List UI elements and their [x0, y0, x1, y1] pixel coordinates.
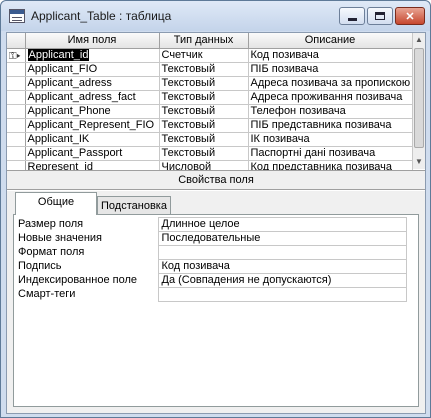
properties-table: Размер поля Длинное целое Новые значения… — [17, 217, 407, 302]
row-selector-header — [7, 33, 26, 49]
description-cell[interactable]: Адреса позивача за пропискою — [248, 76, 413, 91]
data-type-cell[interactable]: Текстовый — [159, 132, 249, 147]
window-title: Applicant_Table : таблица — [31, 9, 172, 23]
minimize-icon — [347, 17, 357, 21]
table-row[interactable]: Applicant_IK Текстовый ІК позивача — [7, 132, 413, 147]
field-name-cell[interactable]: Applicant_id — [25, 48, 160, 63]
description-cell[interactable]: ПІБ представника позивача — [248, 118, 413, 133]
data-type-cell[interactable]: Текстовый — [159, 104, 249, 119]
fields-table: Имя поля Тип данных Описание ⚿▸ Applican… — [7, 33, 413, 189]
title-bar[interactable]: Applicant_Table : таблица ✕ — [1, 1, 430, 31]
property-row: Новые значения Последовательные — [17, 231, 407, 246]
property-row: Подпись Код позивача — [17, 259, 407, 274]
property-value[interactable]: Да (Совпадения не допускаются) — [157, 273, 407, 288]
data-type-cell[interactable]: Текстовый — [159, 118, 249, 133]
maximize-icon — [375, 12, 385, 20]
data-type-cell[interactable]: Текстовый — [159, 146, 249, 161]
scroll-thumb[interactable] — [414, 48, 424, 148]
scroll-down-icon[interactable]: ▼ — [413, 155, 425, 169]
tab-general[interactable]: Общие — [15, 192, 97, 215]
property-label: Смарт-теги — [18, 288, 76, 300]
table-icon — [9, 9, 25, 23]
row-selector[interactable] — [7, 76, 26, 91]
client-area: Имя поля Тип данных Описание ⚿▸ Applican… — [6, 32, 426, 414]
table-row[interactable]: Applicant_adress Текстовый Адреса позива… — [7, 76, 413, 91]
table-row[interactable]: Applicant_adress_fact Текстовый Адреса п… — [7, 90, 413, 105]
property-row: Смарт-теги — [17, 287, 407, 302]
row-selector[interactable] — [7, 62, 26, 77]
property-row: Формат поля — [17, 245, 407, 260]
row-selector[interactable] — [7, 132, 26, 147]
property-value[interactable]: Код позивача — [157, 259, 407, 274]
description-cell[interactable]: Паспортні дані позивача — [248, 146, 413, 161]
data-type-cell[interactable]: Счетчик — [159, 48, 249, 63]
scroll-up-icon[interactable]: ▲ — [413, 33, 425, 47]
field-grid: Имя поля Тип данных Описание ⚿▸ Applican… — [7, 33, 425, 189]
minimize-button[interactable] — [339, 7, 365, 25]
close-button[interactable]: ✕ — [395, 7, 425, 25]
data-type-cell[interactable]: Текстовый — [159, 62, 249, 77]
property-label: Формат поля — [18, 246, 85, 258]
primary-key-icon: ⚿▸ — [9, 50, 21, 62]
property-value[interactable] — [157, 245, 407, 260]
property-value[interactable] — [157, 287, 407, 302]
property-row: Индексированное поле Да (Совпадения не д… — [17, 273, 407, 288]
table-row[interactable]: ⚿▸ Applicant_id Счетчик Код позивача — [7, 48, 413, 63]
field-name-cell[interactable]: Applicant_Passport — [25, 146, 160, 161]
table-row[interactable]: Applicant_Represent_FIO Текстовый ПІБ пр… — [7, 118, 413, 133]
column-header-data-type[interactable]: Тип данных — [159, 33, 249, 49]
properties-panel: Размер поля Длинное целое Новые значения… — [13, 214, 419, 407]
row-selector[interactable] — [7, 146, 26, 161]
field-name-cell[interactable]: Applicant_Phone — [25, 104, 160, 119]
data-type-cell[interactable]: Текстовый — [159, 90, 249, 105]
description-cell[interactable]: Адреса проживання позивача — [248, 90, 413, 105]
field-name-cell[interactable]: Applicant_FIO — [25, 62, 160, 77]
description-cell[interactable]: Телефон позивача — [248, 104, 413, 119]
property-label: Размер поля — [18, 218, 84, 230]
row-selector[interactable]: ⚿▸ — [7, 48, 26, 63]
description-cell[interactable]: ПІБ позивача — [248, 62, 413, 77]
data-type-cell[interactable]: Текстовый — [159, 76, 249, 91]
description-cell[interactable]: ІК позивача — [248, 132, 413, 147]
table-design-window: Applicant_Table : таблица ✕ Имя поля Тип… — [0, 0, 431, 418]
grid-vertical-scrollbar[interactable]: ▲ ▼ — [412, 33, 425, 169]
row-selector[interactable] — [7, 90, 26, 105]
property-label: Подпись — [18, 260, 62, 272]
property-row: Размер поля Длинное целое — [17, 217, 407, 232]
field-name-cell[interactable]: Applicant_adress_fact — [25, 90, 160, 105]
field-properties-pane: Общие Подстановка Размер поля Длинное це… — [7, 191, 425, 413]
close-icon: ✕ — [405, 10, 415, 23]
field-name-cell[interactable]: Applicant_adress — [25, 76, 160, 91]
row-selector[interactable] — [7, 118, 26, 133]
field-properties-caption: Свойства поля — [7, 170, 425, 190]
table-row[interactable]: Applicant_FIO Текстовый ПІБ позивача — [7, 62, 413, 77]
table-row[interactable]: Applicant_Passport Текстовый Паспортні д… — [7, 146, 413, 161]
property-value[interactable]: Последовательные — [157, 231, 407, 246]
field-name-cell[interactable]: Applicant_Represent_FIO — [25, 118, 160, 133]
property-value[interactable]: Длинное целое — [157, 217, 407, 232]
grid-header-row: Имя поля Тип данных Описание — [7, 33, 413, 49]
description-cell[interactable]: Код позивача — [248, 48, 413, 63]
column-header-description[interactable]: Описание — [248, 33, 413, 49]
column-header-field-name[interactable]: Имя поля — [25, 33, 160, 49]
property-label: Новые значения — [18, 232, 103, 244]
table-row[interactable]: Applicant_Phone Текстовый Телефон позива… — [7, 104, 413, 119]
maximize-button[interactable] — [367, 7, 393, 25]
row-selector[interactable] — [7, 104, 26, 119]
property-label: Индексированное поле — [18, 274, 137, 286]
field-name-cell[interactable]: Applicant_IK — [25, 132, 160, 147]
tab-lookup[interactable]: Подстановка — [97, 196, 171, 216]
